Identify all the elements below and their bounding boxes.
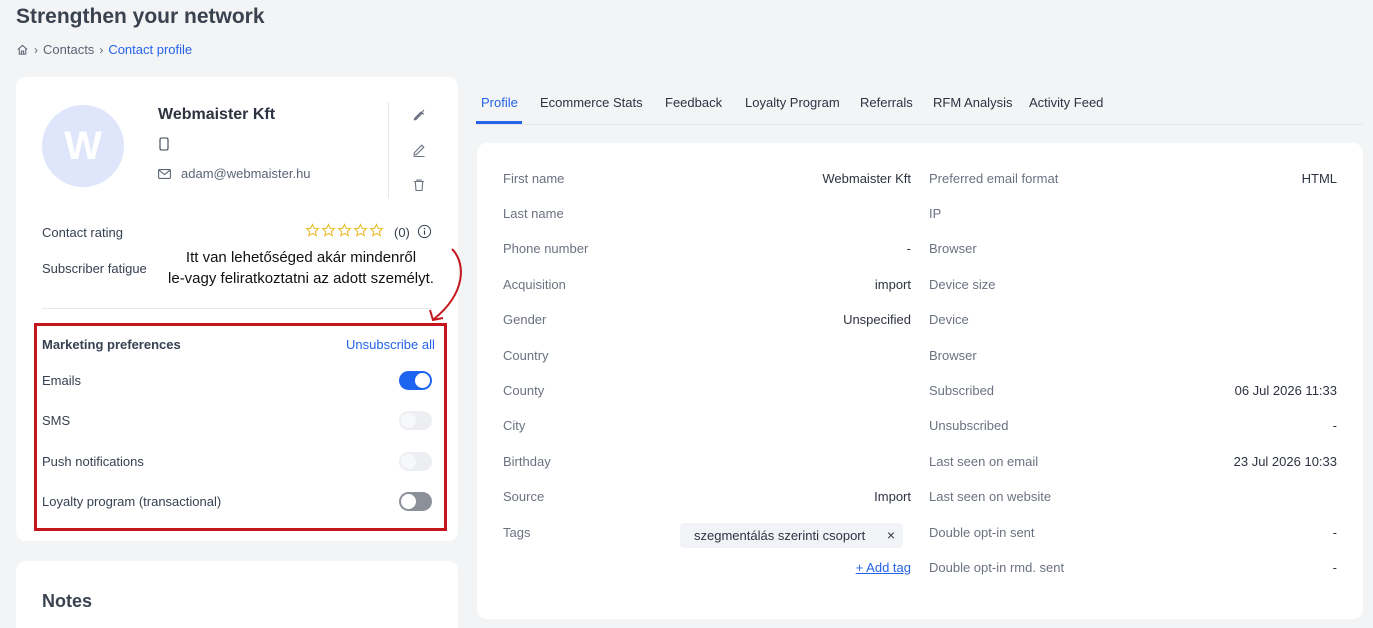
info-icon[interactable] [417,224,432,239]
phone-icon [159,137,169,151]
field-value: import [874,277,911,292]
remove-tag-icon[interactable]: × [887,527,895,543]
page-title: Strengthen your network [16,5,265,28]
tab-bar: Profile Ecommerce Stats Feedback Loyalty… [476,92,1363,125]
mail-icon [158,168,171,179]
contact-name: Webmaister Kft [158,106,276,123]
notes-title: Notes [42,591,93,611]
field-label: Tags [503,525,531,540]
field-label: City [503,418,526,433]
contact-email[interactable]: adam@webmaister.hu [181,166,311,181]
field-label: Double opt-in sent [929,525,1035,540]
rating-count: (0) [394,225,410,240]
star-icon[interactable] [369,223,384,238]
email-row: adam@webmaister.hu [158,166,311,181]
chevron-right-icon: › [34,42,38,57]
field-value: 06 Jul 2026 11:33 [1234,383,1337,398]
home-icon[interactable] [16,43,29,56]
subscriber-fatigue-label: Subscriber fatigue [42,261,147,276]
field-value: Import [874,489,911,504]
field-value: - [1332,525,1337,540]
field-label: Last seen on website [929,489,1052,504]
tag-label: szegmentálás szerinti csoport [694,528,866,543]
star-icon[interactable] [305,223,320,238]
arrow-icon [429,248,462,322]
field-value: 23 Jul 2026 10:33 [1233,454,1337,469]
field-label: Device size [929,277,996,292]
star-icon[interactable] [337,223,352,238]
field-label: IP [929,206,942,221]
field-label: Preferred email format [929,171,1059,186]
divider [388,102,389,198]
chevron-right-icon: › [99,42,104,57]
field-value: Unspecified [843,312,911,327]
tab-loyalty-program[interactable]: Loyalty Program [745,95,840,110]
field-label: Birthday [503,454,551,469]
profile-details-card: First name Webmaister Kft Last name Phon… [477,143,1363,619]
field-label: Unsubscribed [929,418,1009,433]
field-label: Country [503,348,549,363]
field-label: Browser [929,348,977,363]
annotation-line: le-vagy feliratkoztatni az adott személy… [168,270,434,287]
tab-feedback[interactable]: Feedback [665,95,722,110]
tab-referrals[interactable]: Referrals [860,95,913,110]
field-value: Webmaister Kft [822,171,911,186]
add-tag-link[interactable]: + Add tag [856,560,911,575]
avatar: W [42,105,124,187]
highlight-box [34,323,447,531]
edit-button[interactable] [408,139,430,161]
rating-stars[interactable] [305,223,384,238]
breadcrumb: › Contacts › Contact profile [16,42,192,57]
field-label: First name [503,171,565,186]
field-label: Double opt-in rmd. sent [929,560,1065,575]
field-label: Acquisition [503,277,566,292]
field-value: - [906,241,911,256]
hide-button[interactable] [408,104,430,126]
star-icon[interactable] [321,223,336,238]
tab-profile[interactable]: Profile [481,95,518,110]
field-label: Subscribed [929,383,995,398]
trash-icon [414,179,424,192]
star-icon[interactable] [353,223,368,238]
field-label: Last name [503,206,564,221]
field-label: Source [503,489,545,504]
tab-activity-feed[interactable]: Activity Feed [1029,95,1103,110]
field-label: Gender [503,312,547,327]
contact-rating-label: Contact rating [42,225,123,240]
field-label: Browser [929,241,977,256]
annotation-callout: Itt van lehetőséged akár mindenről le-va… [153,247,449,289]
field-value: - [1332,418,1337,433]
field-label: Last seen on email [929,454,1039,469]
field-value: - [1332,560,1337,575]
breadcrumb-contacts[interactable]: Contacts [43,42,94,57]
active-tab-indicator [476,121,522,124]
breadcrumb-contact-profile[interactable]: Contact profile [108,42,192,57]
field-label: County [503,383,545,398]
field-value: HTML [1301,171,1337,186]
tag-chip: szegmentálás szerinti csoport × [680,523,903,548]
delete-button[interactable] [408,174,430,196]
tab-rfm-analysis[interactable]: RFM Analysis [933,95,1012,110]
tab-ecommerce-stats[interactable]: Ecommerce Stats [540,95,643,110]
field-label: Device [929,312,969,327]
annotation-line: Itt van lehetőséged akár mindenről [185,249,417,266]
eye-off-icon [413,109,425,121]
notes-card: Notes [16,561,458,628]
divider [42,308,432,309]
pencil-icon [413,144,425,158]
field-label: Phone number [503,241,589,256]
